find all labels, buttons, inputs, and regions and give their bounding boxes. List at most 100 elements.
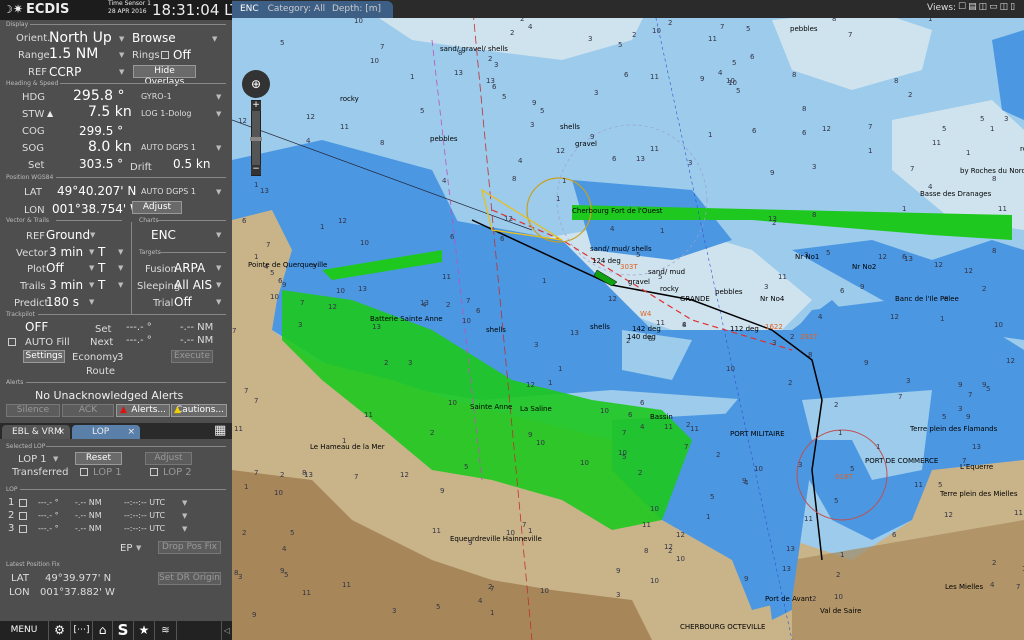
hdg-source-select[interactable]: GYRO-1	[141, 92, 172, 101]
screen-capture-icon[interactable]: [⋯]	[70, 621, 92, 640]
lop-row-bearing: ---.- °	[38, 524, 59, 533]
vector-ref-select[interactable]: Ground	[46, 228, 90, 242]
hide-overlays-button[interactable]: Hide Overlays	[133, 65, 196, 87]
fusion-select[interactable]: ARPA	[174, 261, 205, 275]
lop-select[interactable]: LOP 1	[18, 454, 47, 465]
lop1-checkbox[interactable]	[80, 468, 88, 476]
stw-source-select[interactable]: LOG 1-Dolog	[141, 109, 191, 118]
drop-pos-fix-button[interactable]: Drop Pos Fix	[158, 541, 221, 554]
chevron-down-icon[interactable]: ▼	[182, 499, 187, 507]
sleeping-select[interactable]: All AIS	[174, 278, 212, 292]
star-icon[interactable]: ★	[133, 621, 154, 640]
zoom-out-button[interactable]: −	[251, 165, 261, 175]
set-dr-origin-button[interactable]: Set DR Origin	[158, 572, 221, 585]
vector-mode-select[interactable]: T	[98, 245, 105, 259]
depth-unit[interactable]: Depth: [m]	[332, 4, 381, 14]
chevron-down-icon[interactable]: ▼	[216, 188, 221, 196]
tide-icon[interactable]: ≋	[154, 621, 176, 640]
rings-checkbox[interactable]	[161, 51, 169, 59]
depth-sounding: 11	[778, 273, 787, 281]
chevron-down-icon[interactable]: ▼	[119, 35, 124, 43]
trails-select[interactable]: 3 min	[49, 278, 83, 292]
depth-sounding: 8	[644, 547, 648, 555]
chevron-down-icon[interactable]: ▼	[90, 231, 95, 239]
collapse-icon[interactable]: ◁	[221, 621, 232, 640]
lop-row-number: 1	[8, 497, 15, 508]
trails-mode-select[interactable]: T	[98, 278, 105, 292]
lop1-label: LOP 1	[93, 467, 122, 478]
depth-sounding: 5	[710, 493, 714, 501]
category-filter[interactable]: Category: All	[268, 4, 326, 14]
autofill-checkbox[interactable]	[8, 338, 16, 346]
plot-mode-select[interactable]: T	[98, 261, 105, 275]
lop-adjust-button[interactable]: Adjust	[145, 452, 192, 465]
predict-select[interactable]: 180 s	[46, 295, 79, 309]
zoom-slider[interactable]: + −	[250, 100, 262, 176]
depth-sounding: 3	[764, 283, 768, 291]
grid-menu-icon[interactable]: ▦	[214, 423, 226, 438]
chevron-down-icon[interactable]: ▼	[182, 525, 187, 533]
home-icon[interactable]: ⌂	[92, 621, 112, 640]
chart-type-select[interactable]: ENC	[151, 228, 176, 242]
chevron-down-icon[interactable]: ▼	[182, 512, 187, 520]
trackpilot-settings-button[interactable]: Settings	[23, 350, 65, 363]
lop-row-checkbox[interactable]	[19, 525, 27, 533]
mode-select[interactable]: Browse	[132, 31, 176, 45]
s-icon[interactable]: S	[112, 621, 133, 640]
depth-sounding: 3	[594, 89, 598, 97]
compass-pan-icon[interactable]: ⊕	[242, 70, 270, 98]
tab-ebl-vrm[interactable]: EBL & VRM ×	[2, 425, 70, 439]
reset-button[interactable]: Reset	[75, 452, 122, 465]
enc-tab[interactable]: ENC Category: All Depth: [m]	[232, 1, 394, 18]
vector-select[interactable]: 3 min	[49, 245, 83, 259]
depth-sounding: 9	[744, 575, 748, 583]
chart-label: rocky	[660, 285, 679, 293]
cautions-button-label: Cautions...	[175, 405, 224, 415]
execute-button[interactable]: Execute	[171, 350, 213, 363]
depth-sounding: 6	[802, 129, 807, 137]
ack-button[interactable]: ACK	[62, 404, 114, 417]
depth-sounding: 2	[686, 421, 690, 429]
close-icon[interactable]: ×	[57, 425, 65, 439]
view-layout-icons[interactable]: ☐▤◫▭◫▯	[958, 2, 1017, 12]
menu-button[interactable]: MENU	[0, 621, 48, 640]
zoom-in-button[interactable]: +	[251, 101, 261, 111]
chart-display[interactable]: 3 2 12 1 2 5 4 6 12 9 8 4 7 2 3 5 8 11 10 4 9 3 5 9 1 10 5 6 13 4 12 8 5…	[232, 0, 1024, 640]
chevron-down-icon[interactable]: ▼	[216, 110, 221, 118]
moon-icon[interactable]: ☽	[3, 3, 13, 16]
adjust-position-button[interactable]: Adjust	[132, 201, 182, 214]
ep-select[interactable]: EP	[120, 543, 132, 554]
ref-select[interactable]: CCRP	[49, 65, 81, 79]
sog-value: 8.0 kn	[88, 139, 132, 155]
chevron-down-icon[interactable]: ▼	[216, 93, 221, 101]
depth-sounding: 5	[736, 87, 740, 95]
chevron-down-icon[interactable]: ▼	[212, 35, 217, 43]
orient-select[interactable]: North Up	[49, 30, 112, 46]
range-select[interactable]: 1.5 NM	[49, 46, 98, 62]
chevron-down-icon[interactable]: ▼	[216, 144, 221, 152]
gear-icon[interactable]: ⚙	[48, 621, 70, 640]
close-icon[interactable]: ×	[127, 425, 135, 439]
section-latest-fix: Latest Position Fix	[6, 561, 60, 568]
lop-row-checkbox[interactable]	[19, 512, 27, 520]
trial-select[interactable]: Off	[174, 295, 192, 309]
zoom-handle[interactable]	[250, 137, 262, 141]
plot-select[interactable]: Off	[46, 261, 64, 275]
lop2-checkbox[interactable]	[150, 468, 158, 476]
chevron-down-icon[interactable]: ▼	[119, 51, 124, 59]
lop-row-distance: -.-- NM	[75, 511, 102, 520]
chevron-down-icon[interactable]: ▼	[119, 68, 124, 76]
cautions-button[interactable]: ▲ Cautions...	[171, 404, 227, 417]
depth-sounding: 2	[384, 359, 388, 367]
sog-source-select[interactable]: AUTO DGPS 1	[141, 143, 196, 152]
position-source-select[interactable]: AUTO DGPS 1	[141, 187, 196, 196]
lop2-label: LOP 2	[163, 467, 192, 478]
sun-icon[interactable]: ✷	[13, 2, 23, 16]
cog-label: COG	[22, 126, 45, 137]
depth-sounding: 8	[234, 569, 238, 577]
lop-row-checkbox[interactable]	[19, 499, 27, 507]
tab-lop[interactable]: LOP ×	[72, 425, 140, 439]
silence-button[interactable]: Silence	[6, 404, 60, 417]
alerts-button[interactable]: ▲ Alerts...	[116, 404, 170, 417]
depth-sounding: 10	[728, 79, 737, 87]
